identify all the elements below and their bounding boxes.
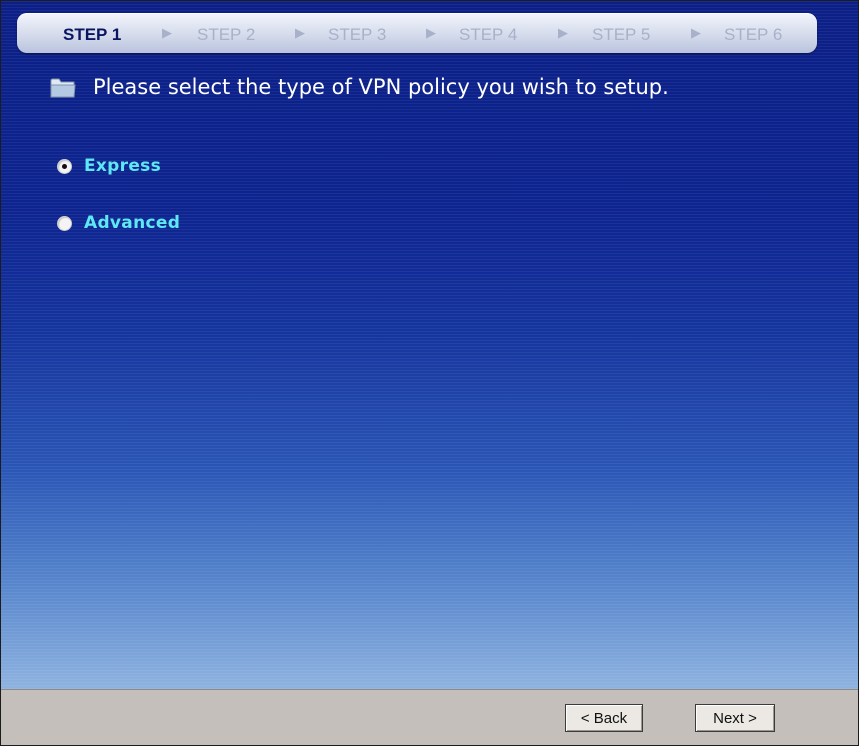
step-6: STEP 6 (724, 25, 783, 44)
button-footer: < Back Next > (1, 689, 858, 745)
step-2: STEP 2 (197, 25, 256, 44)
express-radio[interactable] (57, 158, 72, 174)
step-3: STEP 3 (328, 25, 387, 44)
step-arrow-icon: ▶ (295, 26, 305, 41)
step-arrow-icon: ▶ (691, 26, 701, 41)
advanced-label[interactable]: Advanced (84, 213, 180, 233)
express-option[interactable]: Express (57, 154, 161, 178)
step-5: STEP 5 (592, 25, 651, 44)
advanced-radio[interactable] (57, 215, 72, 231)
page-heading: Please select the type of VPN policy you… (50, 67, 669, 107)
back-button[interactable]: < Back (565, 704, 643, 732)
express-label[interactable]: Express (84, 156, 161, 176)
advanced-option[interactable]: Advanced (57, 211, 180, 235)
step-arrow-icon: ▶ (558, 26, 568, 41)
radio-selected-dot (62, 163, 67, 169)
vpn-wizard-window: STEP 1 ▶ STEP 2 ▶ STEP 3 ▶ STEP 4 ▶ STEP… (0, 0, 859, 746)
heading-text: Please select the type of VPN policy you… (93, 75, 669, 99)
step-4: STEP 4 (459, 25, 518, 44)
wizard-panel: STEP 1 ▶ STEP 2 ▶ STEP 3 ▶ STEP 4 ▶ STEP… (1, 1, 858, 689)
next-button[interactable]: Next > (695, 704, 775, 732)
folder-icon (50, 78, 76, 98)
step-1: STEP 1 (63, 25, 122, 44)
step-arrow-icon: ▶ (162, 26, 172, 41)
step-indicator-bar: STEP 1 ▶ STEP 2 ▶ STEP 3 ▶ STEP 4 ▶ STEP… (17, 13, 817, 53)
step-arrow-icon: ▶ (426, 26, 436, 41)
